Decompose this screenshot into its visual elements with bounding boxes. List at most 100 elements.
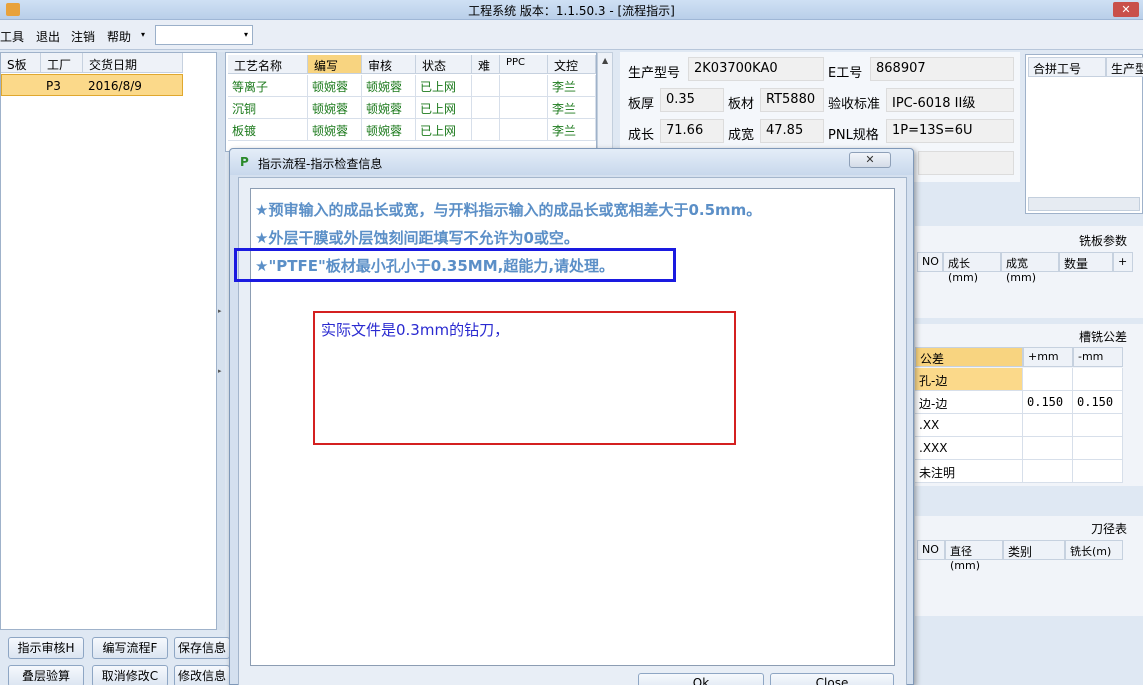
process-name-cell[interactable]: 沉铜 <box>228 97 308 119</box>
save-info-button[interactable]: 保存信息 <box>174 637 230 659</box>
dialog-title-bar[interactable]: P 指示流程-指示检查信息 ✕ <box>230 149 913 175</box>
status-cell[interactable]: 已上网 <box>416 119 472 141</box>
writer-cell[interactable]: 顿婉蓉 <box>308 75 362 97</box>
info-field-blank[interactable] <box>918 151 1014 175</box>
date-cell: 2016/8/9 <box>88 79 142 93</box>
chevron-down-icon[interactable]: ▾ <box>244 30 248 39</box>
tolerance-minus-cell[interactable]: 0.150 <box>1073 391 1123 414</box>
difficulty-cell[interactable] <box>472 119 500 141</box>
model-field[interactable]: 2K03700KA0 <box>688 57 824 81</box>
thickness-field[interactable]: 0.35 <box>660 88 724 112</box>
col-header-no[interactable]: NO <box>917 540 945 560</box>
col-header-minus-mm[interactable]: -mm <box>1073 347 1123 367</box>
col-header-delivery-date[interactable]: 交货日期 <box>83 53 183 73</box>
tolerance-plus-cell[interactable]: 0.150 <box>1023 391 1073 414</box>
stackup-check-button[interactable]: 叠层验算 <box>8 665 84 685</box>
col-header-s-board[interactable]: S板 <box>1 53 41 73</box>
material-field[interactable]: RT5880 <box>760 88 824 112</box>
length-label: 成长 <box>628 128 655 143</box>
doc-control-cell[interactable]: 李兰 <box>548 97 596 119</box>
tolerance-row-label[interactable]: 孔-边 <box>915 368 1023 391</box>
tolerance-plus-cell[interactable] <box>1023 368 1073 391</box>
cancel-edit-button[interactable]: 取消修改C <box>92 665 168 685</box>
chevron-down-icon[interactable]: ▾ <box>141 30 145 39</box>
close-button[interactable]: Close <box>770 673 894 685</box>
tolerance-minus-cell[interactable] <box>1073 460 1123 483</box>
write-flow-button[interactable]: 编写流程F <box>92 637 168 659</box>
ok-button[interactable]: Ok <box>638 673 764 685</box>
col-header-model[interactable]: 生产型 <box>1106 57 1143 77</box>
col-header-quantity[interactable]: 数量 <box>1059 252 1113 272</box>
col-header-process-name[interactable]: 工艺名称 <box>228 55 308 74</box>
add-column-button[interactable]: + <box>1113 252 1133 272</box>
ppc-cell[interactable] <box>500 119 548 141</box>
col-header-length[interactable]: 成长(mm) <box>943 252 1001 284</box>
merge-table-hscrollbar[interactable] <box>1028 197 1140 211</box>
process-name-cell[interactable]: 等离子 <box>228 75 308 97</box>
menu-logout[interactable]: 注销 <box>71 28 95 45</box>
app-logo-icon: P <box>240 155 249 169</box>
tolerance-row-label[interactable]: 未注明 <box>915 460 1023 483</box>
status-cell[interactable]: 已上网 <box>416 97 472 119</box>
col-header-plus-mm[interactable]: +mm <box>1023 347 1073 367</box>
difficulty-cell[interactable] <box>472 97 500 119</box>
writer-cell[interactable]: 顿婉蓉 <box>308 119 362 141</box>
process-name-cell[interactable]: 板镀 <box>228 119 308 141</box>
length-field[interactable]: 71.66 <box>660 119 724 143</box>
reviewer-cell[interactable]: 顿婉蓉 <box>362 97 416 119</box>
menu-exit[interactable]: 退出 <box>36 28 60 45</box>
table-row[interactable]: P3 2016/8/9 <box>1 74 183 96</box>
tolerance-minus-cell[interactable] <box>1073 368 1123 391</box>
width-field[interactable]: 47.85 <box>760 119 824 143</box>
review-button[interactable]: 指示审核H <box>8 637 84 659</box>
col-header-category[interactable]: 类别 <box>1003 540 1065 560</box>
menu-tools[interactable]: 工具 <box>0 28 24 45</box>
milling-params-title: 铣板参数 <box>1078 234 1127 248</box>
highlight-box <box>234 248 676 282</box>
dialog-close-button[interactable]: ✕ <box>849 152 891 168</box>
tolerance-row-label[interactable]: .XXX <box>915 437 1023 460</box>
writer-cell[interactable]: 顿婉蓉 <box>308 97 362 119</box>
col-header-ppc[interactable]: PPC <box>500 55 548 74</box>
col-header-diameter[interactable]: 直径(mm) <box>945 540 1003 572</box>
reviewer-cell[interactable]: 顿婉蓉 <box>362 119 416 141</box>
edit-info-button[interactable]: 修改信息 <box>174 665 230 685</box>
tolerance-minus-cell[interactable] <box>1073 437 1123 460</box>
process-table-scrollbar[interactable]: ▲ <box>597 52 613 152</box>
col-header-difficulty[interactable]: 难 <box>472 55 500 74</box>
col-header-doc-control[interactable]: 文控 <box>548 55 596 74</box>
col-header-no[interactable]: NO <box>917 252 943 272</box>
annotation-text: 实际文件是0.3mm的钻刀， <box>321 321 510 339</box>
menu-help[interactable]: 帮助 <box>107 28 131 45</box>
col-header-status[interactable]: 状态 <box>416 55 472 74</box>
col-header-tolerance[interactable]: 公差 <box>915 347 1023 367</box>
tolerance-row-label[interactable]: .XX <box>915 414 1023 437</box>
message-line: ★预审输入的成品长或宽，与开料指示输入的成品长或宽相差大于0.5mm。 <box>255 201 762 219</box>
difficulty-cell[interactable] <box>472 75 500 97</box>
tolerance-plus-cell[interactable] <box>1023 437 1073 460</box>
scroll-up-icon[interactable]: ▲ <box>602 56 608 65</box>
window-close-button[interactable]: ✕ <box>1113 2 1139 17</box>
doc-control-cell[interactable]: 李兰 <box>548 75 596 97</box>
tolerance-plus-cell[interactable] <box>1023 414 1073 437</box>
col-header-writer[interactable]: 编写 <box>308 55 362 74</box>
ppc-cell[interactable] <box>500 75 548 97</box>
e-number-field[interactable]: 868907 <box>870 57 1014 81</box>
col-header-mill-length[interactable]: 铣长(m) <box>1065 540 1123 560</box>
col-header-merge-no[interactable]: 合拼工号 <box>1028 57 1106 77</box>
status-cell[interactable]: 已上网 <box>416 75 472 97</box>
reviewer-cell[interactable]: 顿婉蓉 <box>362 75 416 97</box>
col-header-reviewer[interactable]: 审核 <box>362 55 416 74</box>
pnl-field[interactable]: 1P=13S=6U <box>886 119 1014 143</box>
tolerance-row-label[interactable]: 边-边 <box>915 391 1023 414</box>
col-header-factory[interactable]: 工厂 <box>41 53 83 73</box>
col-header-width[interactable]: 成宽(mm) <box>1001 252 1059 284</box>
standard-field[interactable]: IPC-6018 II级 <box>886 88 1014 112</box>
doc-control-cell[interactable]: 李兰 <box>548 119 596 141</box>
menu-bar: 工具 退出 注销 帮助 ▾ ▾ <box>0 20 1143 50</box>
panel-splitter[interactable]: ▸ ▸ <box>217 52 225 630</box>
tolerance-plus-cell[interactable] <box>1023 460 1073 483</box>
toolbar-combo[interactable]: ▾ <box>155 25 253 45</box>
ppc-cell[interactable] <box>500 97 548 119</box>
tolerance-minus-cell[interactable] <box>1073 414 1123 437</box>
